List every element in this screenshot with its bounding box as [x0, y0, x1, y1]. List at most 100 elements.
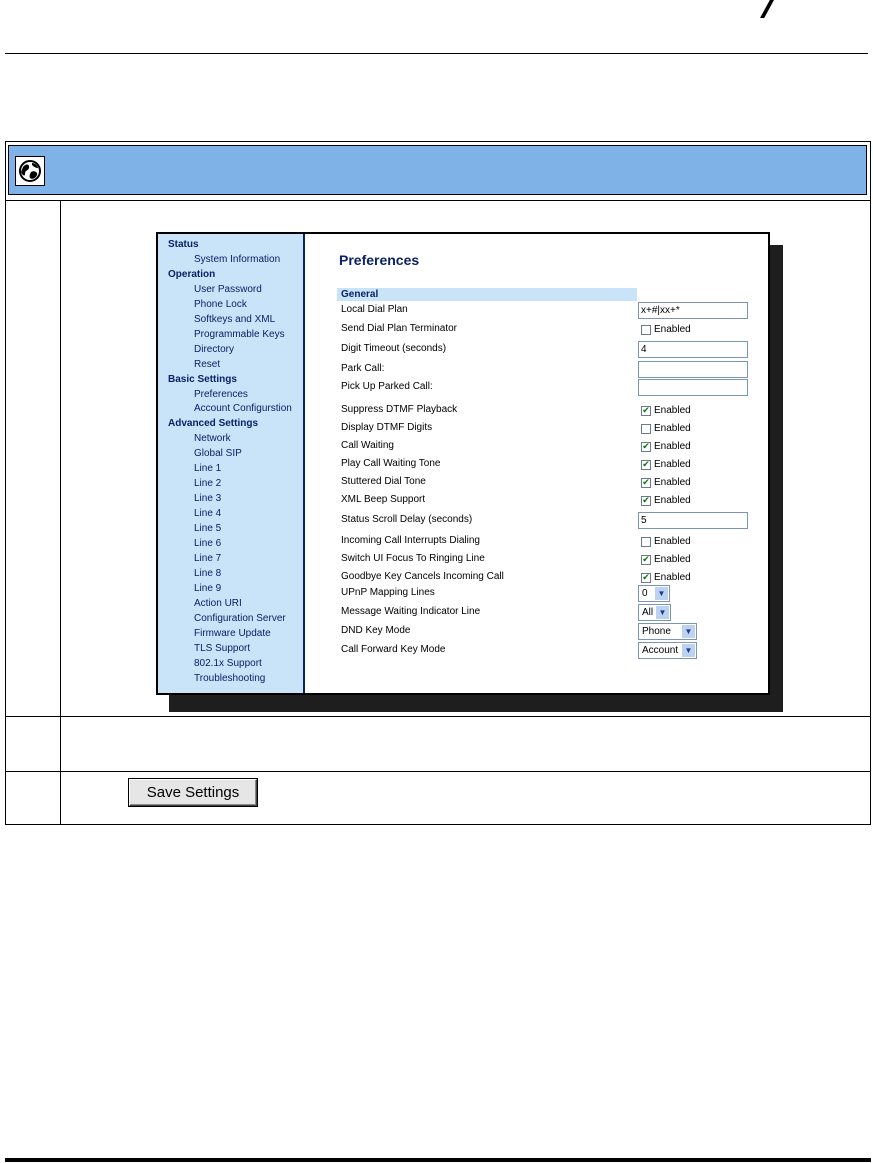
nav-item-preferences[interactable]: Preferences [194, 389, 248, 400]
field-label-stuttered-dial-tone: Stuttered Dial Tone [341, 476, 426, 487]
incoming-call-interrupts-dialing-checkbox[interactable]: Enabled [641, 536, 691, 547]
chevron-down-icon[interactable]: ▼ [682, 644, 695, 657]
preferences-panel: Preferences General Local Dial Plan x+#|x… [305, 234, 768, 693]
empty-checkbox-icon[interactable] [641, 423, 651, 434]
nav-item-directory[interactable]: Directory [194, 344, 234, 355]
checkbox-label: Enabled [654, 554, 691, 565]
column-divider [60, 200, 61, 824]
row-divider [6, 200, 870, 201]
goodbye-key-cancels-incoming-call-checkbox[interactable]: ✔ Enabled [641, 572, 691, 583]
nav-section-operation: Operation [168, 268, 216, 280]
checkbox-label: Enabled [654, 572, 691, 583]
field-label-message-waiting-indicator-line: Message Waiting Indicator Line [341, 606, 481, 617]
park-call-input[interactable] [638, 361, 748, 378]
suppress-dtmf-playback-checkbox[interactable]: ✔ Enabled [641, 405, 691, 416]
nav-item-line-5[interactable]: Line 5 [194, 523, 221, 534]
nav-item-line-9[interactable]: Line 9 [194, 583, 221, 594]
nav-item-line-6[interactable]: Line 6 [194, 538, 221, 549]
field-label-status-scroll-delay-seconds: Status Scroll Delay (seconds) [341, 514, 473, 525]
field-label-call-forward-key-mode: Call Forward Key Mode [341, 644, 446, 655]
empty-checkbox-icon[interactable] [641, 536, 651, 547]
nav-item-line-3[interactable]: Line 3 [194, 493, 221, 504]
display-dtmf-digits-checkbox[interactable]: Enabled [641, 423, 691, 434]
message-waiting-indicator-line-select[interactable]: All ▼ [638, 604, 671, 621]
nav-item-troubleshooting[interactable]: Troubleshooting [194, 673, 265, 684]
checkbox-label: Enabled [654, 423, 691, 434]
checkbox-label: Enabled [654, 405, 691, 416]
nav-item-phone-lock[interactable]: Phone Lock [194, 299, 247, 310]
page-title: Preferences [339, 252, 420, 268]
select-value: Account [642, 645, 679, 656]
select-value: All [642, 607, 654, 618]
nav-section-status: Status [168, 239, 199, 250]
checkmark-icon[interactable]: ✔ [641, 477, 651, 488]
page-corner-mark [760, 0, 774, 18]
nav-item-firmware-update[interactable]: Firmware Update [194, 628, 271, 639]
chevron-down-icon[interactable]: ▼ [682, 625, 695, 638]
field-label-play-call-waiting-tone: Play Call Waiting Tone [341, 458, 441, 469]
row-divider [6, 771, 870, 772]
nav-item-network[interactable]: Network [194, 433, 231, 444]
field-label-pick-up-parked-call: Pick Up Parked Call: [341, 381, 433, 392]
nav-item-line-7[interactable]: Line 7 [194, 553, 221, 564]
switch-ui-focus-to-ringing-line-checkbox[interactable]: ✔ Enabled [641, 554, 691, 565]
stuttered-dial-tone-checkbox[interactable]: ✔ Enabled [641, 477, 691, 488]
checkmark-icon[interactable]: ✔ [641, 554, 651, 565]
call-waiting-checkbox[interactable]: ✔ Enabled [641, 441, 691, 452]
field-label-xml-beep-support: XML Beep Support [341, 494, 426, 505]
checkmark-icon[interactable]: ✔ [641, 572, 651, 583]
field-label-call-waiting: Call Waiting [341, 440, 394, 451]
section-header-general: General [337, 288, 637, 301]
local-dial-plan-input[interactable]: x+#|xx+* [638, 302, 748, 319]
nav-item-user-password[interactable]: User Password [194, 284, 262, 295]
checkmark-icon[interactable]: ✔ [641, 441, 651, 452]
pick-up-parked-call-input[interactable] [638, 379, 748, 396]
nav-item-line-2[interactable]: Line 2 [194, 478, 221, 489]
send-dial-plan-terminator-checkbox[interactable]: Enabled [641, 324, 691, 335]
procedure-header [8, 145, 867, 195]
nav-section-advanced-settings: Advanced Settings [168, 418, 259, 430]
nav-item-softkeys-and-xml[interactable]: Softkeys and XML [194, 314, 275, 325]
dnd-key-mode-select[interactable]: Phone ▼ [638, 623, 697, 640]
checkbox-label: Enabled [654, 536, 691, 547]
play-call-waiting-tone-checkbox[interactable]: ✔ Enabled [641, 459, 691, 470]
checkmark-icon[interactable]: ✔ [641, 405, 651, 416]
field-label-digit-timeout-seconds: Digit Timeout (seconds) [341, 343, 447, 354]
digit-timeout-seconds-input[interactable]: 4 [638, 341, 748, 358]
nav-item-configuration-server[interactable]: Configuration Server [194, 613, 286, 624]
field-label-switch-ui-focus-to-ringing-line: Switch UI Focus To Ringing Line [341, 553, 485, 564]
select-value: 0 [642, 588, 648, 599]
nav-item-action-uri[interactable]: Action URI [194, 598, 242, 609]
field-label-incoming-call-interrupts-dialing: Incoming Call Interrupts Dialing [341, 535, 480, 546]
field-label-local-dial-plan: Local Dial Plan [341, 304, 408, 315]
call-forward-key-mode-select[interactable]: Account ▼ [638, 642, 697, 659]
field-label-upnp-mapping-lines: UPnP Mapping Lines [341, 587, 435, 598]
chevron-down-icon[interactable]: ▼ [655, 587, 668, 600]
save-settings-button[interactable]: Save Settings [129, 779, 257, 806]
nav-item-line-4[interactable]: Line 4 [194, 508, 221, 519]
nav-item-programmable-keys[interactable]: Programmable Keys [194, 329, 285, 340]
row-divider [6, 716, 870, 717]
field-label-display-dtmf-digits: Display DTMF Digits [341, 422, 433, 433]
nav-item-line-1[interactable]: Line 1 [194, 463, 221, 474]
chevron-down-icon[interactable]: ▼ [656, 606, 669, 619]
checkmark-icon[interactable]: ✔ [641, 495, 651, 506]
empty-checkbox-icon[interactable] [641, 324, 651, 335]
checkbox-label: Enabled [654, 441, 691, 452]
upnp-mapping-lines-select[interactable]: 0 ▼ [638, 585, 670, 602]
nav-item-account-configurstion[interactable]: Account Configurstion [194, 403, 292, 414]
checkbox-label: Enabled [654, 477, 691, 488]
field-label-send-dial-plan-terminator: Send Dial Plan Terminator [341, 323, 457, 334]
nav-item-802-1x-support[interactable]: 802.1x Support [194, 658, 262, 669]
nav-item-reset[interactable]: Reset [194, 359, 220, 370]
xml-beep-support-checkbox[interactable]: ✔ Enabled [641, 495, 691, 506]
nav-section-basic-settings: Basic Settings [168, 373, 237, 385]
status-scroll-delay-seconds-input[interactable]: 5 [638, 512, 748, 529]
top-rule [5, 53, 868, 54]
checkmark-icon[interactable]: ✔ [641, 459, 651, 470]
nav-item-system-information[interactable]: System Information [194, 254, 280, 265]
nav-item-tls-support[interactable]: TLS Support [194, 643, 250, 654]
checkbox-label: Enabled [654, 459, 691, 470]
nav-item-line-8[interactable]: Line 8 [194, 568, 221, 579]
nav-item-global-sip[interactable]: Global SIP [194, 448, 242, 459]
